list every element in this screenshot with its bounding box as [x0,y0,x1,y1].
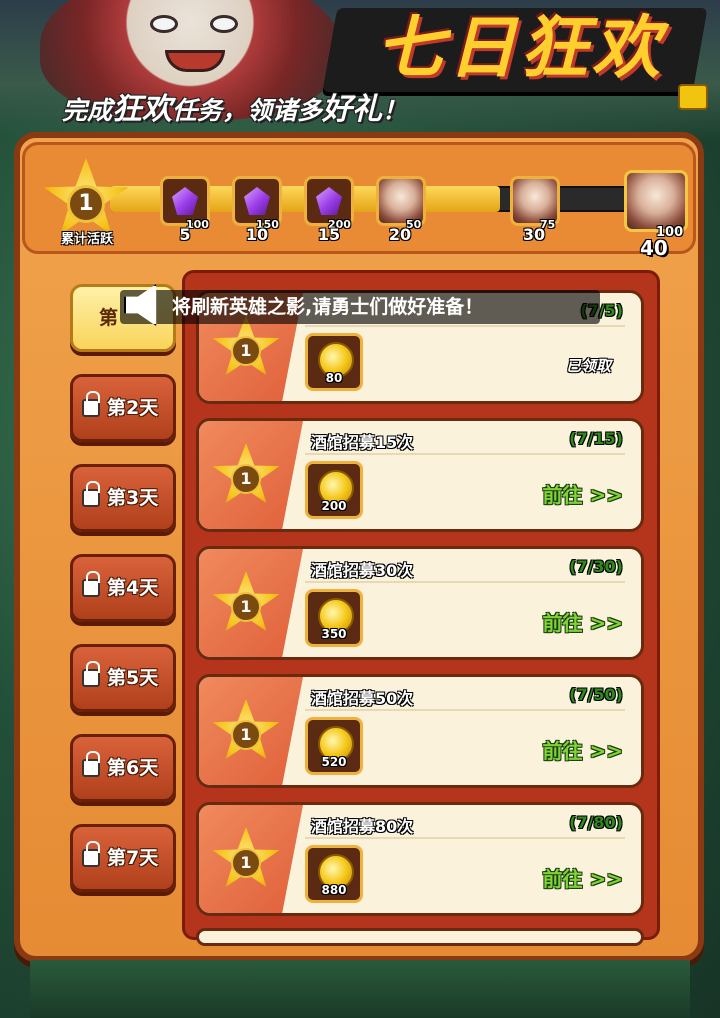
task-row: 1 酒馆招募30次 (7/30) 350 前往 >> [196,546,644,660]
event-subtitle: 完成狂欢任务，领诸多好礼！ [62,92,407,128]
task-star-value: 1 [231,464,261,494]
reward-quantity: 880 [321,883,347,897]
background-ground [30,960,690,1018]
goto-button[interactable]: 前往 >> [543,735,623,764]
task-progress: (7/30) [569,557,623,576]
task-row: 1 酒馆招募50次 (7/50) 520 前往 >> [196,674,644,788]
task-title: 酒馆招募30次 [311,561,414,580]
day-tab-7[interactable]: 第7天 [70,824,176,892]
goto-button[interactable]: 前往 >> [543,607,623,636]
lock-icon [82,661,100,687]
milestone-points: 15 [317,225,341,244]
reward-quantity: 80 [325,371,343,385]
task-row: 1 酒馆招募80次 (7/80) 880 前往 >> [196,802,644,916]
day-tab-2[interactable]: 第2天 [70,374,176,442]
reward-quantity: 200 [321,499,347,513]
day-tab-label: 第4天 [107,577,159,599]
mascot-eye [210,15,238,33]
milestone-points: 30 [522,225,546,244]
task-divider [305,709,625,711]
megaphone-icon [124,284,157,326]
day-tab-label: 第3天 [107,487,159,509]
mascot-eye [150,15,178,33]
day-tab-4[interactable]: 第4天 [70,554,176,622]
milestone-points: 5 [179,225,191,244]
task-divider [305,581,625,583]
task-divider [305,837,625,839]
mascot-mouth [165,50,225,72]
event-title: 七日狂欢 [375,9,664,88]
current-activity-points: 40 [640,236,668,260]
task-star-value: 1 [231,720,261,750]
task-progress: (7/50) [569,685,623,704]
task-row: 1 酒馆招募15次 (7/15) 200 前往 >> [196,418,644,532]
task-title: 酒馆招募50次 [311,689,414,708]
task-star-value: 1 [231,592,261,622]
lock-icon [82,751,100,777]
notice-banner: 将刷新英雄之影,请勇士们做好准备！ [120,284,600,326]
milestone-points: 10 [245,225,269,244]
task-star-value: 1 [231,848,261,878]
gift-box-icon[interactable] [678,84,708,110]
subtitle-part: ！ [382,96,408,125]
task-row-partial [196,928,644,946]
lock-icon [82,841,100,867]
goto-button[interactable]: 前往 >> [543,863,623,892]
task-progress: (7/15) [569,429,623,448]
lock-icon [82,391,100,417]
lock-icon [82,481,100,507]
milestone-points: 20 [388,225,412,244]
day-tab-label: 第2天 [107,397,159,419]
reward-quantity: 350 [321,627,347,641]
subtitle-highlight: 狂欢 [112,92,173,127]
day-tab-label: 第 [99,307,119,329]
task-title: 酒馆招募80次 [311,817,414,836]
subtitle-part: 任务，领诸多 [172,96,323,125]
goto-button[interactable]: 前往 >> [543,479,623,508]
notice-text: 将刷新英雄之影,请勇士们做好准备！ [172,296,484,318]
day-tab-5[interactable]: 第5天 [70,644,176,712]
task-divider [305,453,625,455]
day-tab-6[interactable]: 第6天 [70,734,176,802]
activity-level: 1 [67,185,105,223]
reward-quantity: 520 [321,755,347,769]
header: 七日狂欢 完成狂欢任务，领诸多好礼！ [0,0,720,140]
day-tab-label: 第7天 [107,847,159,869]
claimed-status: 已领取 [565,357,611,375]
milestone-reward-hero-card-final[interactable] [624,170,688,232]
task-title: 酒馆招募15次 [311,433,414,452]
subtitle-highlight: 好礼 [322,92,383,127]
task-star-value: 1 [231,336,261,366]
day-tab-label: 第5天 [107,667,159,689]
task-divider [305,325,625,327]
day-tab-3[interactable]: 第3天 [70,464,176,532]
day-tab-label: 第6天 [107,757,159,779]
lock-icon [82,571,100,597]
activity-caption: 累计活跃 [60,232,113,247]
subtitle-part: 完成 [62,96,113,125]
task-progress: (7/80) [569,813,623,832]
